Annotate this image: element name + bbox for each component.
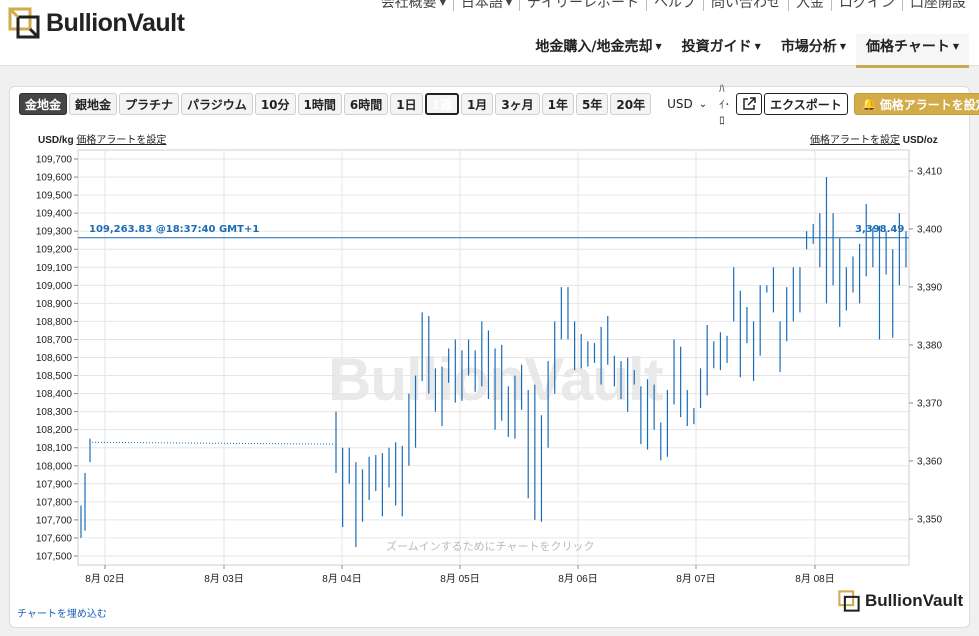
y2-tick-label: 3,390 [917,282,942,293]
y-tick-label: 108,500 [36,371,73,382]
y-tick-label: 109,500 [36,191,73,202]
y-tick-label: 107,900 [36,479,73,490]
y-tick-label: 108,700 [36,335,73,346]
y-tick-label: 108,900 [36,299,73,310]
bullion-logo-icon [838,590,860,612]
y-tick-label: 107,800 [36,497,73,508]
x-tick-label: 8月 03日 [204,573,243,585]
y-tick-label: 108,300 [36,407,73,418]
footer-brand-name: BullionVault [865,591,964,610]
x-tick-label: 8月 07日 [676,573,715,585]
x-tick-label: 8月 06日 [558,573,597,585]
y-tick-label: 109,100 [36,263,73,274]
y-tick-label: 108,800 [36,317,73,328]
embed-chart-link[interactable]: チャートを埋め込む [17,605,107,620]
y-tick-label: 107,600 [36,533,73,544]
x-tick-label: 8月 02日 [85,573,124,585]
y-tick-label: 109,700 [36,155,73,166]
footer-logo: BullionVault [838,590,963,612]
x-tick-label: 8月 08日 [795,573,834,585]
y2-tick-label: 3,370 [917,398,942,409]
y-tick-label: 109,400 [36,209,73,220]
zoom-hint: ズームインするためにチャートをクリック [386,540,595,553]
y-tick-label: 107,500 [36,551,73,562]
y-tick-label: 108,600 [36,353,73,364]
current-price-kg: 109,263.83 @18:37:40 GMT+1 [89,224,260,235]
y2-tick-label: 3,350 [917,514,942,525]
y-tick-label: 109,200 [36,245,73,256]
y-tick-label: 109,000 [36,281,73,292]
y2-tick-label: 3,400 [917,224,942,235]
current-price-oz: 3,398.49 [855,224,905,235]
y2-tick-label: 3,360 [917,456,942,467]
y-tick-label: 107,700 [36,515,73,526]
x-tick-label: 8月 05日 [440,573,479,585]
y-tick-label: 109,300 [36,227,73,238]
y-tick-label: 108,000 [36,461,73,472]
y2-tick-label: 3,410 [917,166,942,177]
y2-tick-label: 3,380 [917,340,942,351]
y-tick-label: 108,100 [36,443,73,454]
weekend-gap-line [91,441,335,445]
x-tick-label: 8月 04日 [322,573,361,585]
y-tick-label: 109,600 [36,173,73,184]
y-tick-label: 108,200 [36,425,73,436]
y-tick-label: 108,400 [36,389,73,400]
